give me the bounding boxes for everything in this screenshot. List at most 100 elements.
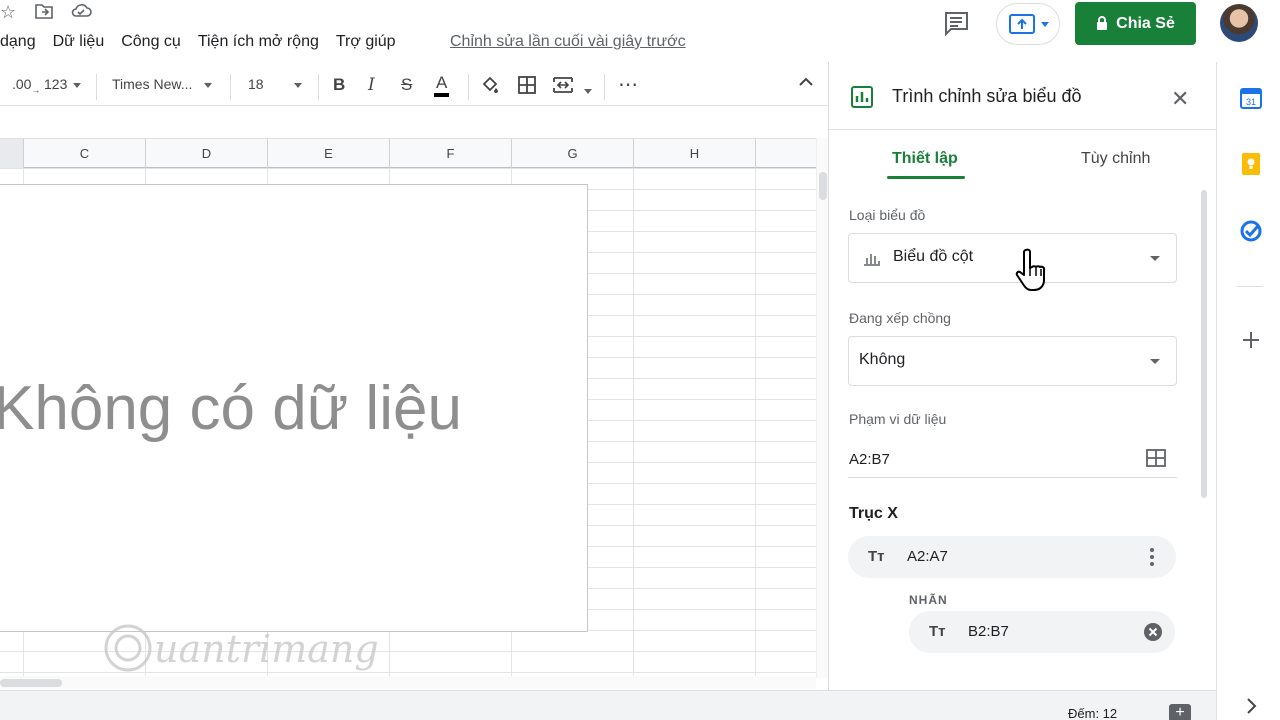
- toolbar-divider: [468, 74, 469, 100]
- input-underline: [848, 477, 1177, 478]
- vertical-scrollbar[interactable]: [816, 138, 828, 678]
- tasks-icon[interactable]: [1239, 219, 1263, 243]
- chart-type-label: Loại biểu đồ: [849, 207, 926, 223]
- toolbar-divider: [230, 74, 231, 100]
- keep-icon[interactable]: [1239, 152, 1263, 176]
- present-icon: [1009, 14, 1035, 34]
- hand-cursor-icon: [1015, 248, 1045, 291]
- avatar[interactable]: [1220, 4, 1258, 42]
- scrollbar-thumb[interactable]: [0, 679, 62, 687]
- label-range: B2:B7: [968, 623, 1009, 640]
- editor-tabs: Thiết lập Tùy chỉnh: [829, 130, 1217, 182]
- text-type-icon: Tт: [868, 548, 885, 565]
- label-caption: NHÃN: [909, 593, 948, 607]
- x-axis-heading: Trục X: [849, 505, 898, 522]
- text-color-button[interactable]: A: [434, 73, 450, 97]
- star-icon[interactable]: ☆: [0, 2, 16, 23]
- toolbar-divider: [96, 74, 97, 100]
- menu-item-data[interactable]: Dữ liệu: [53, 33, 105, 51]
- text-type-icon: Tт: [929, 623, 946, 640]
- chevron-down-icon: [583, 88, 592, 94]
- column-header-d[interactable]: D: [146, 139, 268, 168]
- font-name: Times New...: [112, 76, 193, 92]
- app-header: ☆ dạng Dữ liệu Công cụ Tiện ích mở rộng …: [0, 0, 1258, 62]
- close-icon[interactable]: ✕: [1171, 86, 1189, 112]
- chart-editor-header: Trình chỉnh sửa biểu đồ ✕: [829, 62, 1217, 130]
- menu-item-extensions[interactable]: Tiện ích mở rộng: [198, 33, 319, 51]
- fill-color-icon[interactable]: [480, 75, 500, 98]
- bold-button[interactable]: B: [333, 75, 345, 95]
- select-range-icon[interactable]: [1145, 448, 1167, 468]
- tab-customize[interactable]: Tùy chỉnh: [1081, 150, 1150, 168]
- borders-icon[interactable]: [517, 75, 537, 98]
- column-header-f[interactable]: F: [390, 139, 512, 168]
- scrollbar-thumb[interactable]: [819, 172, 827, 200]
- strikethrough-button[interactable]: S: [401, 75, 412, 95]
- x-axis-range-chip[interactable]: Tт A2:A7: [848, 536, 1176, 578]
- font-family-select[interactable]: Times New...: [112, 76, 213, 92]
- svg-text:31: 31: [1246, 97, 1256, 107]
- horizontal-scrollbar[interactable]: [0, 676, 816, 690]
- grid-divider: [633, 168, 634, 698]
- lock-icon: [1097, 16, 1108, 30]
- comment-icon[interactable]: [942, 10, 970, 37]
- chart-editor-panel: Trình chỉnh sửa biểu đồ ✕ Thiết lập Tùy …: [828, 62, 1217, 690]
- number-format-button[interactable]: 123: [44, 76, 82, 92]
- svg-text:uantrimang: uantrimang: [154, 627, 379, 671]
- chevron-down-icon: [1150, 359, 1160, 364]
- menu-item-format[interactable]: dạng: [0, 33, 36, 51]
- chevron-down-icon: [1041, 22, 1049, 27]
- column-header-e[interactable]: E: [268, 139, 390, 168]
- count-summary[interactable]: Đếm: 12: [1068, 706, 1117, 720]
- merge-cells-icon[interactable]: [552, 75, 592, 98]
- share-label: Chia Sẻ: [1116, 14, 1175, 32]
- grid-divider: [755, 168, 756, 698]
- sheet-grid[interactable]: C D E F G H Không có dữ liệu uantrimang: [0, 138, 816, 698]
- column-header-c[interactable]: C: [24, 139, 146, 168]
- last-edit-link[interactable]: Chỉnh sửa lần cuối vài giây trước: [450, 33, 686, 51]
- present-button[interactable]: [996, 3, 1060, 45]
- label-range-chip[interactable]: Tт B2:B7: [909, 611, 1175, 653]
- share-button[interactable]: Chia Sẻ: [1075, 2, 1196, 45]
- data-range-input[interactable]: A2:B7: [849, 451, 890, 468]
- editor-scrollbar[interactable]: [1201, 190, 1207, 498]
- chart-icon: [851, 86, 873, 108]
- more-vert-icon[interactable]: [1150, 547, 1154, 567]
- cloud-status-icon[interactable]: [70, 2, 92, 25]
- font-size: 18: [248, 76, 264, 92]
- menu-item-tools[interactable]: Công cụ: [121, 33, 181, 51]
- column-header-h[interactable]: H: [634, 139, 756, 168]
- stacking-value: Không: [859, 351, 906, 368]
- explore-icon[interactable]: +: [1169, 704, 1191, 720]
- calendar-icon[interactable]: 31: [1239, 86, 1263, 110]
- tab-setup[interactable]: Thiết lập: [892, 150, 958, 168]
- column-chart-icon: [864, 254, 880, 266]
- format-label: 123: [44, 76, 68, 92]
- menu-item-help[interactable]: Trợ giúp: [336, 33, 396, 51]
- status-bar: [0, 690, 1216, 720]
- chevron-right-icon[interactable]: [1239, 694, 1263, 718]
- column-header-g[interactable]: G: [512, 139, 634, 168]
- x-axis-range: A2:A7: [907, 548, 948, 565]
- italic-button[interactable]: I: [368, 75, 375, 95]
- move-to-folder-icon[interactable]: [34, 2, 54, 25]
- collapse-toolbar-icon[interactable]: [798, 74, 814, 93]
- no-data-message: Không có dữ liệu: [0, 374, 462, 443]
- toolbar-divider: [604, 74, 605, 100]
- menu-bar: dạng Dữ liệu Công cụ Tiện ích mở rộng Tr…: [0, 33, 413, 51]
- remove-icon[interactable]: [1143, 622, 1163, 642]
- chart-object[interactable]: Không có dữ liệu: [0, 184, 588, 632]
- watermark-logo: uantrimang: [102, 618, 392, 678]
- toolbar-divider: [318, 74, 319, 100]
- chevron-down-icon: [73, 82, 82, 88]
- data-range-label: Phạm vi dữ liệu: [849, 411, 947, 427]
- formatting-toolbar: .00→ 123 Times New... 18 B I S A ⋯: [0, 66, 828, 106]
- stacking-dropdown[interactable]: Không: [848, 336, 1177, 386]
- column-header-b[interactable]: [0, 139, 24, 168]
- font-size-select[interactable]: 18: [248, 76, 302, 92]
- chart-type-value: Biểu đồ cột: [893, 248, 974, 265]
- more-options-icon[interactable]: ⋯: [618, 72, 638, 97]
- increase-decimal-button[interactable]: .00→: [12, 76, 40, 95]
- rail-divider: [1237, 286, 1263, 287]
- add-icon[interactable]: [1239, 328, 1263, 352]
